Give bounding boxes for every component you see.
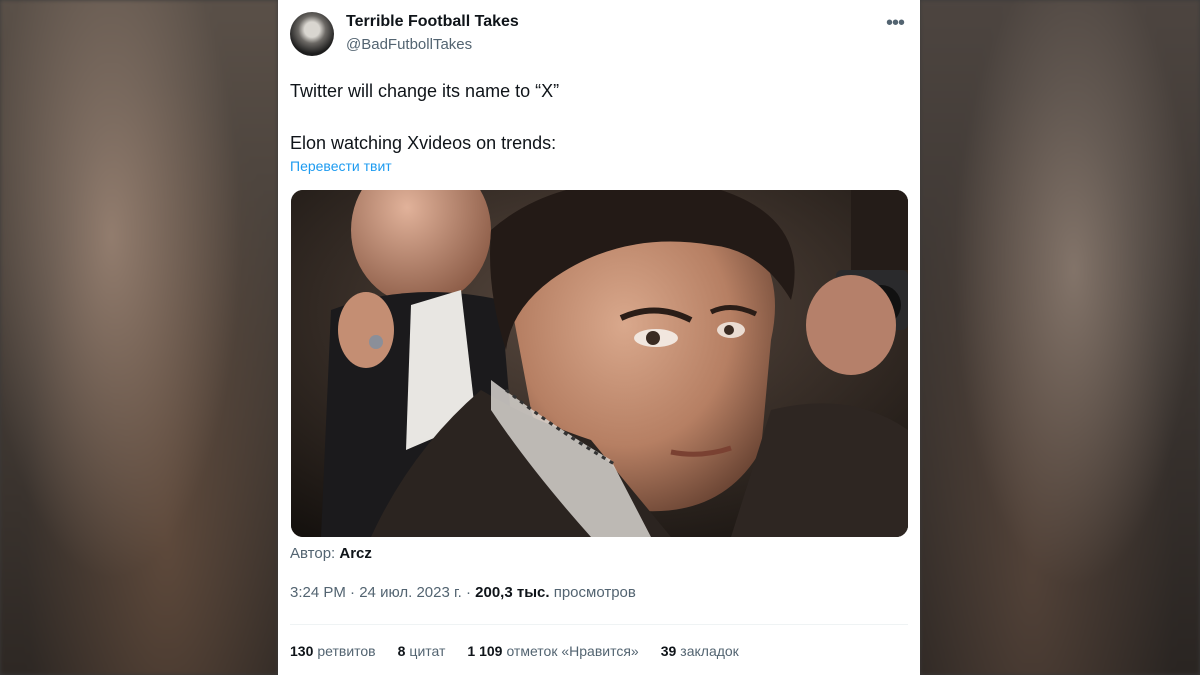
likes-label: отметок «Нравится» (506, 643, 639, 659)
tweet-text-line-2: Elon watching Xvideos on trends: (290, 133, 557, 153)
divider (290, 624, 908, 625)
bookmarks-stat[interactable]: 39 закладок (661, 643, 739, 659)
tweet-text: Twitter will change its name to “X” Elon… (290, 78, 900, 156)
tweet-meta: 3:24 PM · 24 июл. 2023 г. · 200,3 тыс. п… (290, 584, 636, 601)
quotes-label: цитат (409, 643, 446, 659)
author-name[interactable]: Terrible Football Takes (346, 13, 519, 31)
tweet-text-line-1: Twitter will change its name to “X” (290, 81, 560, 101)
tweet-time[interactable]: 3:24 PM (290, 584, 346, 601)
views-count[interactable]: 200,3 тыс. (475, 584, 549, 601)
translate-tweet-link[interactable]: Перевести твит (290, 158, 392, 174)
bookmarks-label: закладок (680, 643, 739, 659)
background-blur-left (0, 0, 278, 675)
meta-separator-2: · (465, 584, 476, 601)
media-illustration (291, 190, 908, 537)
background-blur-right (920, 0, 1200, 675)
retweets-stat[interactable]: 130 ретвитов (290, 643, 376, 659)
likes-count: 1 109 (467, 643, 503, 659)
retweets-label: ретвитов (317, 643, 376, 659)
bookmarks-count: 39 (660, 643, 677, 659)
quotes-stat[interactable]: 8 цитат (398, 643, 446, 659)
more-options-icon[interactable]: ••• (884, 12, 906, 34)
avatar[interactable] (290, 12, 334, 56)
tweet-media-image[interactable] (291, 190, 908, 537)
tweet-date[interactable]: 24 июл. 2023 г. (359, 584, 462, 601)
likes-stat[interactable]: 1 109 отметок «Нравится» (467, 643, 638, 659)
media-credit: Автор: Arcz (290, 545, 372, 562)
media-credit-prefix: Автор: (290, 545, 336, 562)
retweets-count: 130 (290, 643, 314, 659)
engagement-stats: 130 ретвитов 8 цитат 1 109 отметок «Нравитс… (290, 643, 739, 659)
media-credit-name[interactable]: Arcz (339, 545, 372, 562)
views-label: просмотров (553, 584, 636, 601)
meta-separator-1: · (350, 584, 360, 601)
quotes-count: 8 (397, 643, 406, 659)
author-handle[interactable]: @BadFutbollTakes (346, 36, 472, 53)
tweet-card: Terrible Football Takes @BadFutbollTakes… (278, 0, 920, 675)
